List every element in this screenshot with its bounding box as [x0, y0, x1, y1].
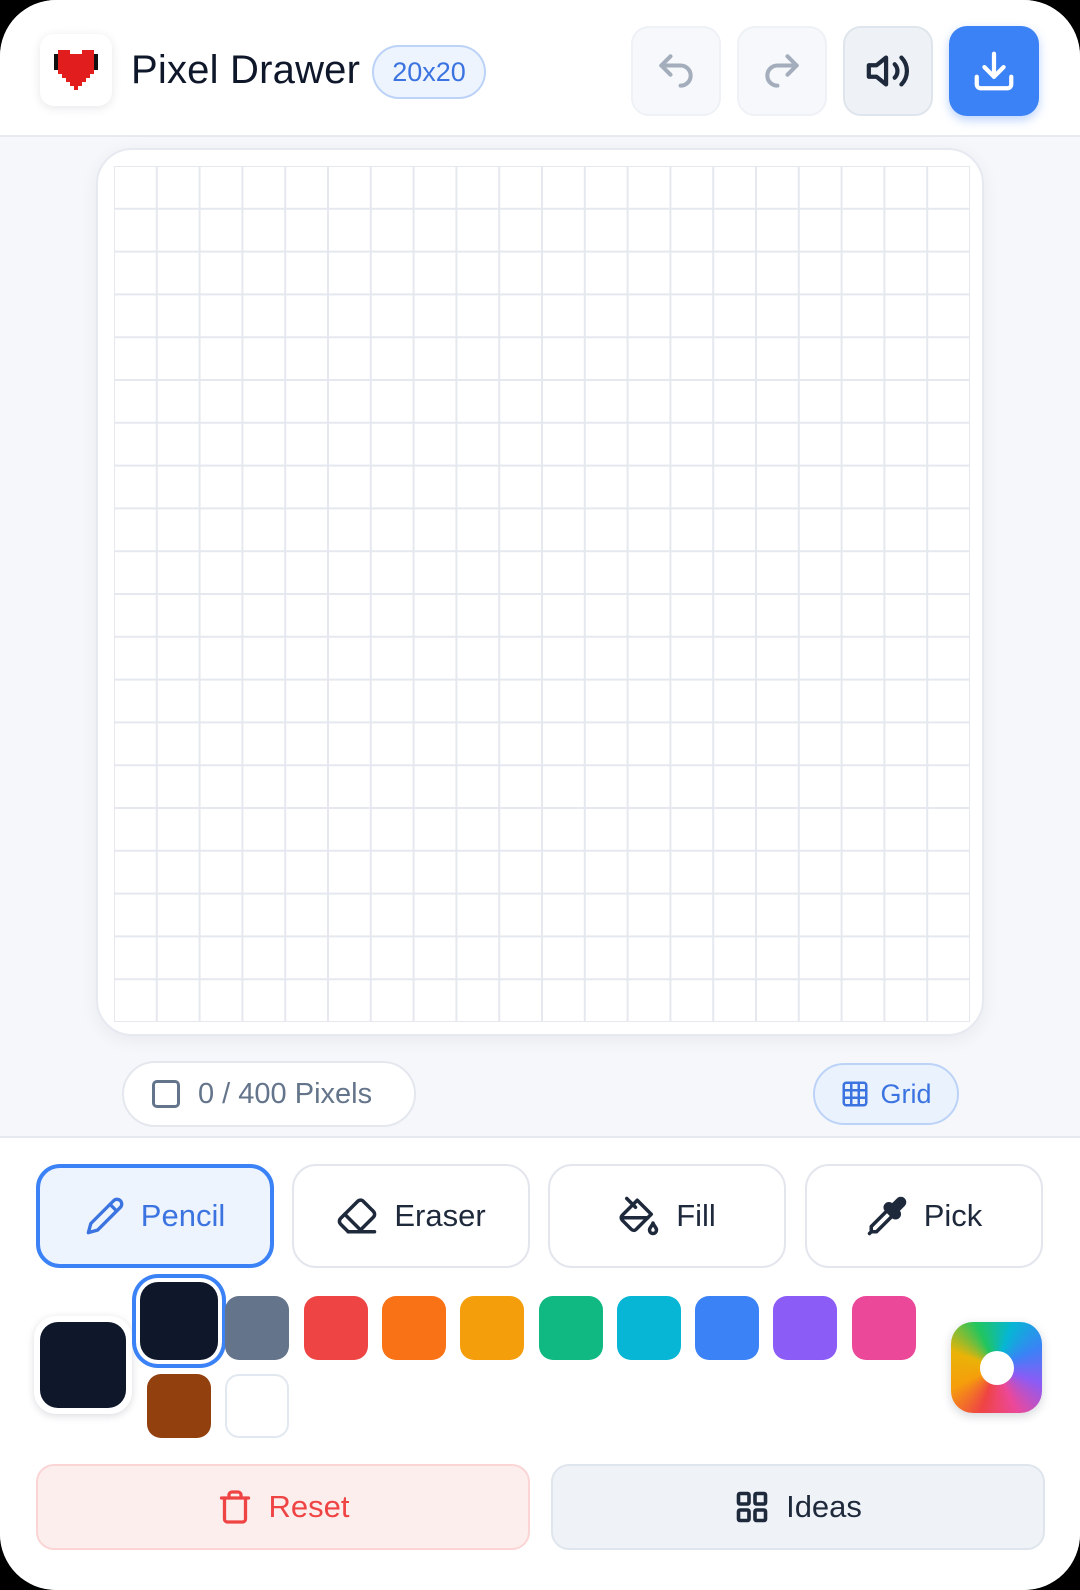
pixel-counter: 0 / 400 Pixels: [122, 1061, 416, 1127]
tool-label: Pencil: [140, 1198, 226, 1233]
trash-icon: [219, 1490, 250, 1524]
layout-grid-icon: [736, 1491, 768, 1523]
current-color-fill: [40, 1322, 126, 1408]
speaker-icon: [866, 55, 909, 87]
pencil-icon: [86, 1197, 124, 1235]
color-swatch[interactable]: [140, 1282, 218, 1360]
app-frame: Pixel Drawer 20x20 0 / 400 Pixels Grid P…: [0, 0, 1080, 1590]
color-swatch[interactable]: [851, 1296, 916, 1360]
paint-bucket-icon: [619, 1196, 659, 1236]
download-icon: [974, 51, 1014, 91]
square-icon: [152, 1080, 180, 1108]
redo-button[interactable]: [737, 26, 827, 116]
tool-label: Eraser: [394, 1198, 486, 1233]
reset-button[interactable]: Reset: [36, 1464, 530, 1550]
color-swatch[interactable]: [303, 1296, 368, 1360]
app-logo: [40, 34, 112, 106]
tool-label: Pick: [923, 1198, 983, 1233]
heart-pixel-icon: [54, 50, 98, 90]
pixel-grid-canvas[interactable]: [114, 166, 970, 1022]
undo-button[interactable]: [631, 26, 721, 116]
ideas-button[interactable]: Ideas: [551, 1464, 1045, 1550]
drawing-canvas-card: [96, 148, 984, 1036]
grid-toggle-button[interactable]: Grid: [813, 1063, 959, 1125]
grid-size-badge[interactable]: 20x20: [372, 45, 486, 99]
app-header: Pixel Drawer 20x20: [0, 0, 1080, 137]
color-swatch[interactable]: [381, 1296, 446, 1360]
color-wheel-icon: [979, 1350, 1014, 1385]
tool-label: Fill: [676, 1198, 716, 1233]
download-button[interactable]: [949, 26, 1039, 116]
redo-icon: [765, 54, 799, 88]
sound-toggle-button[interactable]: [843, 26, 933, 116]
tool-fill-button[interactable]: Fill: [548, 1164, 786, 1268]
ideas-label: Ideas: [786, 1489, 862, 1524]
grid-toggle-label: Grid: [880, 1078, 932, 1109]
color-swatch[interactable]: [225, 1374, 290, 1438]
tool-pencil-button[interactable]: Pencil: [36, 1164, 274, 1268]
color-swatch[interactable]: [225, 1296, 290, 1360]
tool-eraser-button[interactable]: Eraser: [292, 1164, 530, 1268]
eyedropper-icon: [867, 1196, 906, 1236]
custom-color-picker[interactable]: [951, 1322, 1042, 1413]
reset-label: Reset: [268, 1489, 350, 1524]
color-swatch[interactable]: [460, 1296, 525, 1360]
tool-pick-button[interactable]: Pick: [805, 1164, 1043, 1268]
color-swatch[interactable]: [695, 1296, 760, 1360]
color-swatch[interactable]: [616, 1296, 681, 1360]
color-swatch[interactable]: [538, 1296, 603, 1360]
grid-icon: [842, 1081, 868, 1107]
undo-icon: [659, 54, 693, 88]
color-swatch[interactable]: [773, 1296, 838, 1360]
app-title: Pixel Drawer: [131, 48, 361, 92]
eraser-icon: [338, 1198, 377, 1234]
current-color-preview: [34, 1316, 132, 1414]
pixel-count-label: 0 / 400 Pixels: [198, 1077, 373, 1110]
color-swatch[interactable]: [147, 1374, 211, 1438]
